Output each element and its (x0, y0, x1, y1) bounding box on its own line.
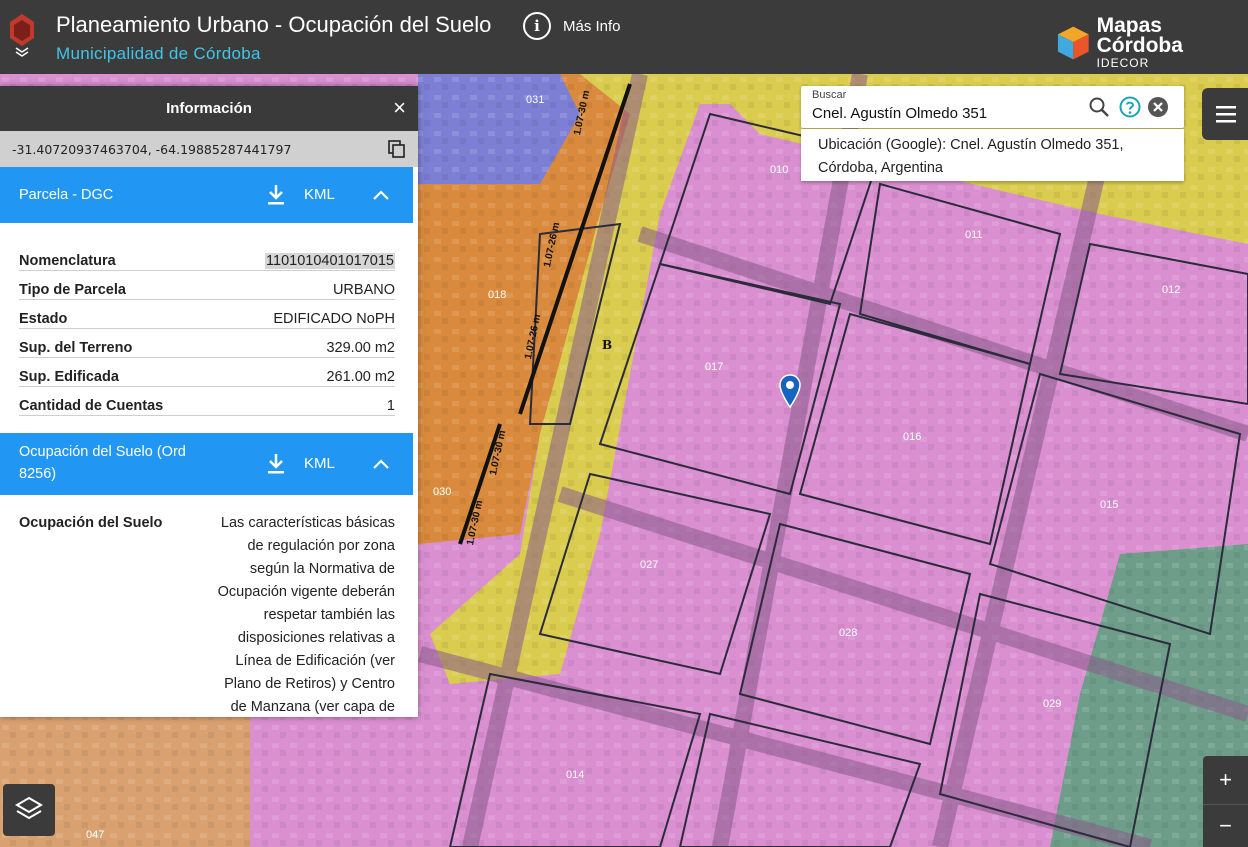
section-title: Parcela - DGC (19, 187, 114, 203)
zone-letter: B (602, 338, 613, 352)
download-icon[interactable] (266, 183, 286, 207)
kml-download-link[interactable]: KML (304, 186, 335, 203)
search-input[interactable]: Cnel. Agustín Olmedo 351 (812, 105, 987, 122)
attribute-value: 1101010401017015 (265, 253, 395, 269)
download-icon[interactable] (266, 452, 286, 476)
hamburger-icon (1216, 106, 1236, 123)
info-icon: i (523, 12, 551, 40)
block-label: 015 (1100, 499, 1119, 511)
chevron-up-icon[interactable] (372, 458, 390, 470)
help-icon[interactable] (1119, 96, 1141, 118)
attribute-row: Cantidad de Cuentas 1 (19, 387, 395, 416)
cube-logo-icon (1057, 26, 1089, 60)
attribute-label: Sup. Edificada (19, 369, 119, 385)
zoom-in-button[interactable]: + (1203, 756, 1248, 805)
menu-button[interactable] (1202, 88, 1248, 140)
more-info-label: Más Info (563, 17, 621, 35)
search-icon[interactable] (1088, 96, 1110, 118)
attribute-value: URBANO (332, 282, 395, 298)
brand-logo[interactable]: Mapas Córdoba IDECOR (1056, 14, 1248, 70)
info-panel: Información × -31.40720937463704, -64.19… (0, 86, 418, 717)
parcela-attributes: Nomenclatura 1101010401017015 Tipo de Pa… (0, 223, 418, 433)
section-header-ocupacion[interactable]: Ocupación del Suelo (Ord 8256) KML (0, 433, 413, 495)
block-label: 027 (640, 559, 659, 571)
block-label: 030 (433, 486, 452, 498)
block-label: 029 (1043, 698, 1062, 710)
attribute-value: 1 (386, 398, 395, 414)
copy-icon[interactable] (388, 140, 406, 158)
layers-icon (15, 796, 43, 820)
app-header: Planeamiento Urbano - Ocupación del Suel… (0, 0, 1248, 74)
more-info-button[interactable]: i Más Info (523, 12, 621, 40)
info-panel-title: Información (166, 100, 252, 117)
search-suggestion[interactable]: Ubicación (Google): Cnel. Agustín Olmedo… (801, 129, 1184, 181)
attribute-value: Las características básicas de regulació… (217, 515, 395, 715)
attribute-label: Cantidad de Cuentas (19, 398, 164, 414)
info-panel-header: Información × (0, 86, 418, 131)
section-title: Ocupación del Suelo (Ord 8256) (19, 444, 186, 482)
attribute-value: 261.00 m2 (326, 369, 395, 385)
page-subtitle: Municipalidad de Córdoba (56, 44, 261, 63)
page-title: Planeamiento Urbano - Ocupación del Suel… (56, 12, 492, 37)
coordinates-bar: -31.40720937463704, -64.19885287441797 (0, 131, 418, 167)
block-label: 028 (839, 627, 858, 639)
ocupacion-attributes: Ocupación del Suelo Las características … (0, 495, 418, 717)
block-label: 011 (965, 229, 983, 241)
attribute-value: EDIFICADO NoPH (273, 311, 395, 327)
municipality-logo-icon (10, 14, 34, 57)
attribute-label: Estado (19, 311, 68, 327)
block-label: 017 (705, 361, 724, 373)
attribute-label: Nomenclatura (19, 253, 116, 269)
close-icon[interactable]: × (393, 95, 406, 121)
layers-button[interactable] (3, 784, 55, 836)
brand-name: Mapas Córdoba (1096, 14, 1183, 57)
coordinates-text: -31.40720937463704, -64.19885287441797 (12, 142, 292, 157)
attribute-value: 329.00 m2 (326, 340, 395, 356)
location-marker-icon[interactable] (779, 374, 801, 408)
chevron-up-icon[interactable] (372, 189, 390, 201)
attribute-label: Sup. del Terreno (19, 340, 133, 356)
clear-icon[interactable] (1147, 96, 1169, 118)
kml-download-link[interactable]: KML (304, 455, 335, 472)
search-label: Buscar (812, 89, 847, 101)
brand-sub: IDECOR (1096, 56, 1150, 70)
block-label: 018 (488, 289, 507, 301)
attribute-row: Tipo de Parcela URBANO (19, 271, 395, 300)
suggestion-text: Ubicación (Google): Cnel. Agustín Olmedo… (818, 137, 1124, 176)
attribute-row: Nomenclatura 1101010401017015 (19, 242, 395, 271)
attribute-label: Ocupación del Suelo (19, 515, 163, 531)
attribute-row: Sup. del Terreno 329.00 m2 (19, 329, 395, 358)
attribute-row: Sup. Edificada 261.00 m2 (19, 358, 395, 387)
attribute-label: Tipo de Parcela (19, 282, 126, 298)
section-header-parcela[interactable]: Parcela - DGC KML (0, 167, 413, 223)
attribute-row: Estado EDIFICADO NoPH (19, 300, 395, 329)
block-label: 031 (526, 94, 545, 106)
block-label: 012 (1162, 284, 1181, 296)
block-label: 010 (770, 164, 789, 176)
block-label: 016 (903, 431, 922, 443)
block-label: 014 (566, 769, 585, 781)
zoom-out-button[interactable]: − (1203, 805, 1248, 847)
block-label: 047 (86, 829, 105, 841)
